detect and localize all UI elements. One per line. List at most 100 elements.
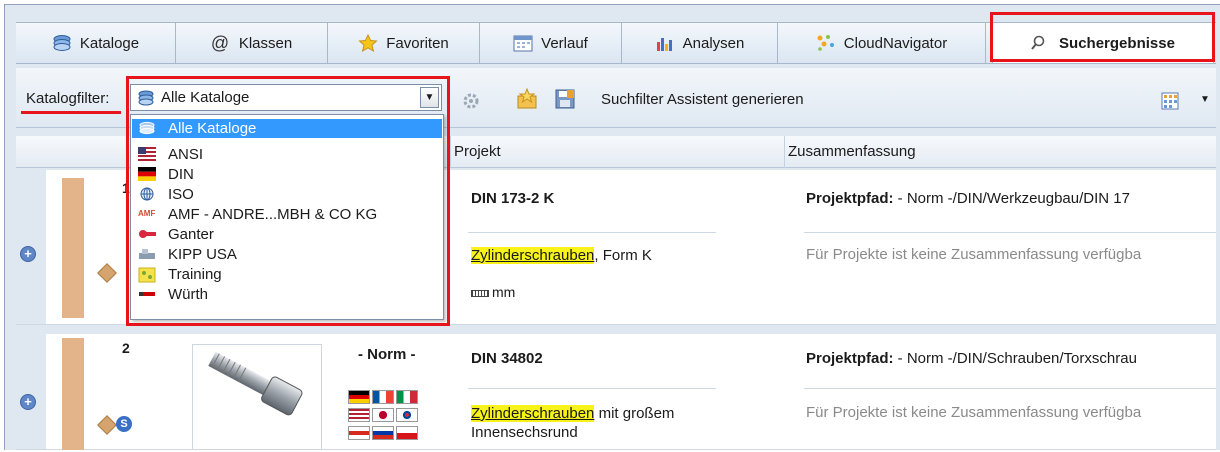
expand-row-icon[interactable]: + xyxy=(20,394,36,410)
amf-logo-icon: AMF xyxy=(138,209,156,218)
part-thumbnail[interactable] xyxy=(192,344,322,450)
search-highlight: Zylinderschrauben xyxy=(471,405,595,422)
cell-divider xyxy=(468,232,716,233)
it-flag-icon xyxy=(396,390,418,404)
iso-globe-icon xyxy=(138,187,156,201)
katalogfilter-select[interactable]: Alle Kataloge ▼ xyxy=(130,84,442,111)
tab-kataloge[interactable]: Kataloge xyxy=(16,23,176,63)
part-cube-icon xyxy=(97,263,117,283)
star-icon xyxy=(358,33,378,53)
part-cube-icon xyxy=(97,415,117,435)
kr-flag-icon xyxy=(396,408,418,422)
column-projekt[interactable]: Projekt xyxy=(454,143,501,160)
tab-klassen[interactable]: @ Klassen xyxy=(176,23,328,63)
project-description: Zylinderschrauben, Form K xyxy=(471,246,652,265)
ruler-icon xyxy=(471,289,489,297)
row-number: 1 xyxy=(122,180,130,196)
option-ansi[interactable]: ANSI xyxy=(132,145,442,164)
tab-label: Suchergebnisse xyxy=(1059,34,1175,52)
wuerth-logo-icon xyxy=(138,287,156,301)
save-filter-icon[interactable] xyxy=(554,88,576,110)
option-kipp-usa[interactable]: KIPP USA xyxy=(132,245,442,264)
description-text-line2: Innensechsrund xyxy=(471,424,578,441)
de-flag-icon xyxy=(138,167,156,181)
option-label: Würth xyxy=(168,286,209,303)
option-label: ANSI xyxy=(168,146,204,163)
catalog-stack-icon xyxy=(52,34,72,52)
ru-flag-icon xyxy=(372,426,394,440)
cell-divider xyxy=(804,232,1216,233)
at-sign-icon: @ xyxy=(210,33,230,53)
option-label: ISO xyxy=(168,186,194,203)
search-highlight: Zylinderschrauben xyxy=(471,247,595,264)
catalog-stack-icon xyxy=(137,90,155,106)
view-menu-arrow-icon[interactable]: ▼ xyxy=(1200,94,1210,105)
fr-flag-icon xyxy=(372,390,394,404)
project-path: Projektpfad: - Norm -/DIN/Schrauben/Torx… xyxy=(806,350,1137,367)
column-separator xyxy=(784,136,785,168)
option-label: KIPP USA xyxy=(168,246,237,263)
path-value: - Norm -/DIN/Schrauben/Torxschrau xyxy=(893,350,1137,367)
row-number: 2 xyxy=(122,340,130,356)
summary-text: Für Projekte ist keine Zusammenfassung v… xyxy=(806,246,1142,263)
project-id[interactable]: DIN 173-2 K xyxy=(471,190,554,207)
katalogfilter-label: Katalogfilter: xyxy=(26,90,110,107)
de-flag-icon xyxy=(348,390,370,404)
calendar-icon xyxy=(513,34,533,52)
option-wuerth[interactable]: Würth xyxy=(132,285,442,304)
option-training[interactable]: Training xyxy=(132,265,442,284)
kipp-logo-icon xyxy=(138,247,156,261)
description-text: mit großem xyxy=(594,405,675,422)
us-flag-icon xyxy=(138,147,156,161)
tab-analysen[interactable]: Analysen xyxy=(622,23,778,63)
tab-suchergebnisse[interactable]: Suchergebnisse xyxy=(992,23,1214,63)
cylinder-screw-image xyxy=(208,351,303,416)
option-label: AMF - ANDRE...MBH & CO KG xyxy=(168,206,378,223)
option-ganter[interactable]: Ganter xyxy=(132,225,442,244)
path-value: - Norm -/DIN/Werkzeugbau/DIN 17 xyxy=(893,190,1130,207)
row-gutter xyxy=(16,334,46,449)
flag-icon xyxy=(348,426,370,440)
katalogfilter-value: Alle Kataloge xyxy=(161,89,250,106)
project-path: Projektpfad: - Norm -/DIN/Werkzeugbau/DI… xyxy=(806,190,1130,207)
tab-bar: Kataloge @ Klassen Favoriten Verlauf Ana… xyxy=(16,22,1216,64)
cz-flag-icon xyxy=(396,426,418,440)
option-din[interactable]: DIN xyxy=(132,165,442,184)
option-label: DIN xyxy=(168,166,194,183)
bar-chart-icon xyxy=(655,34,675,52)
norm-label: - Norm - xyxy=(358,346,416,363)
tab-verlauf[interactable]: Verlauf xyxy=(480,23,622,63)
option-label: Alle Kataloge xyxy=(168,120,257,137)
option-amf[interactable]: AMF AMF - ANDRE...MBH & CO KG xyxy=(132,205,442,224)
option-iso[interactable]: ISO xyxy=(132,185,442,204)
view-grid-icon[interactable] xyxy=(1160,90,1182,112)
training-icon xyxy=(138,267,156,283)
us-flag-icon xyxy=(348,408,370,422)
label-underline-marker xyxy=(21,111,121,114)
cloud-dots-icon xyxy=(816,34,836,52)
tab-label: CloudNavigator xyxy=(843,34,948,52)
option-label: Ganter xyxy=(168,226,214,243)
tab-label: Klassen xyxy=(238,34,293,52)
jp-flag-icon xyxy=(372,408,394,422)
standard-badge-icon: S xyxy=(116,416,132,432)
project-id[interactable]: DIN 34802 xyxy=(471,350,543,367)
katalogfilter-dropdown-list: Alle Kataloge ANSI DIN ISO AMF AMF - AND… xyxy=(130,114,444,320)
suchfilter-assistent-button[interactable]: Suchfilter Assistent generieren xyxy=(601,91,804,108)
tab-cloudnavigator[interactable]: CloudNavigator xyxy=(778,23,986,63)
favorite-folder-icon[interactable] xyxy=(516,87,538,110)
project-description: Zylinderschrauben mit großem Innensechsr… xyxy=(471,404,771,442)
column-zusammenfassung[interactable]: Zusammenfassung xyxy=(788,143,916,160)
dropdown-arrow-icon[interactable]: ▼ xyxy=(420,87,439,108)
catalog-stack-icon xyxy=(138,121,156,135)
tab-favoriten[interactable]: Favoriten xyxy=(328,23,480,63)
unit-text: mm xyxy=(492,284,516,300)
filter-settings-icon[interactable] xyxy=(460,90,482,112)
tab-label: Analysen xyxy=(682,34,745,52)
column-separator xyxy=(450,136,451,168)
option-label: Training xyxy=(168,266,222,283)
expand-row-icon[interactable]: + xyxy=(20,246,36,262)
option-alle-kataloge[interactable]: Alle Kataloge xyxy=(132,119,442,138)
cell-divider xyxy=(468,388,716,389)
tab-label: Favoriten xyxy=(386,34,449,52)
